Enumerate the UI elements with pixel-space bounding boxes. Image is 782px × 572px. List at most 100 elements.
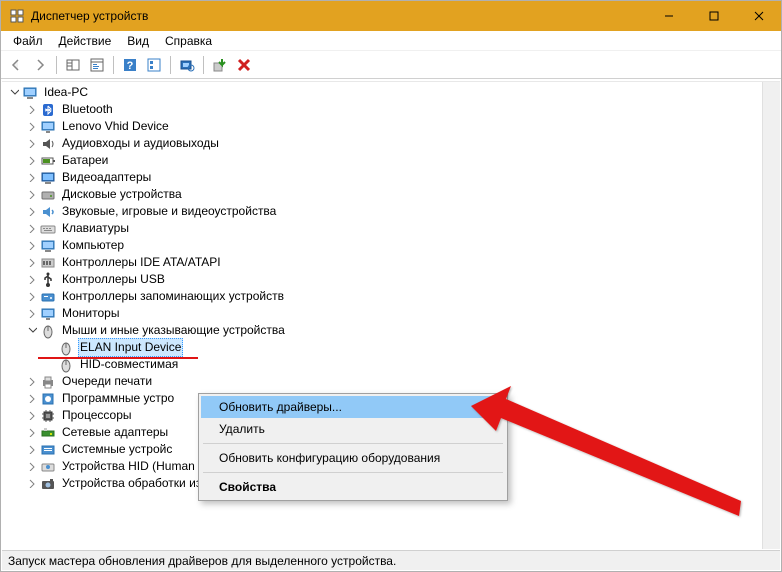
tree-node[interactable]: Мыши и иные указывающие устройства [26, 322, 780, 339]
root-node[interactable]: Idea-PC [8, 84, 780, 101]
tree-node-label: Контроллеры USB [60, 271, 167, 288]
cm-refresh-config[interactable]: Обновить конфигурацию оборудования [201, 447, 505, 469]
separator [203, 443, 503, 444]
tree-node[interactable]: Lenovo Vhid Device [26, 118, 780, 135]
expand-icon[interactable] [26, 222, 39, 235]
sound-icon [40, 204, 56, 220]
tree-node[interactable]: Мониторы [26, 305, 780, 322]
tree-node[interactable]: Звуковые, игровые и видеоустройства [26, 203, 780, 220]
tree-node-label: Очереди печати [60, 373, 154, 390]
tree-node[interactable]: Контроллеры запоминающих устройств [26, 288, 780, 305]
menu-action[interactable]: Действие [51, 32, 120, 50]
printer-icon [40, 374, 56, 390]
separator [203, 472, 503, 473]
properties-button[interactable] [86, 54, 108, 76]
tree-node[interactable]: Контроллеры IDE ATA/ATAPI [26, 254, 780, 271]
tree-node-label: Сетевые адаптеры [60, 424, 170, 441]
minimize-button[interactable] [646, 1, 691, 31]
menubar: Файл Действие Вид Справка [1, 31, 781, 51]
forward-button[interactable] [29, 54, 51, 76]
tree-node-label: ELAN Input Device [78, 338, 183, 357]
mouse-icon [40, 323, 56, 339]
tree-node-label: Программные устро [60, 390, 176, 407]
monitor-icon [40, 306, 56, 322]
options-button[interactable] [143, 54, 165, 76]
expand-icon[interactable] [26, 154, 39, 167]
back-button[interactable] [5, 54, 27, 76]
expand-icon[interactable] [26, 188, 39, 201]
window-title: Диспетчер устройств [31, 9, 646, 23]
storage-icon [40, 289, 56, 305]
tree-node-label: Bluetooth [60, 101, 115, 118]
update-driver-button[interactable] [209, 54, 231, 76]
show-hide-tree-button[interactable] [62, 54, 84, 76]
tree-node-label: Lenovo Vhid Device [60, 118, 171, 135]
expand-icon[interactable] [26, 137, 39, 150]
expand-icon[interactable] [26, 239, 39, 252]
tree-node-label: Мыши и иные указывающие устройства [60, 322, 287, 339]
tree-node-label: Клавиатуры [60, 220, 131, 237]
expand-icon[interactable] [26, 205, 39, 218]
tree-node[interactable]: Компьютер [26, 237, 780, 254]
expand-icon[interactable] [26, 426, 39, 439]
expand-icon[interactable] [26, 103, 39, 116]
expand-icon[interactable] [26, 290, 39, 303]
status-text: Запуск мастера обновления драйверов для … [8, 554, 396, 568]
titlebar: Диспетчер устройств [1, 1, 781, 31]
tree-node[interactable]: Контроллеры USB [26, 271, 780, 288]
root-label: Idea-PC [42, 84, 90, 101]
uninstall-button[interactable] [233, 54, 255, 76]
collapse-icon[interactable] [26, 324, 39, 337]
expand-icon[interactable] [26, 120, 39, 133]
expand-icon[interactable] [26, 443, 39, 456]
scan-hardware-button[interactable] [176, 54, 198, 76]
annotation-underline [38, 357, 198, 359]
cm-delete[interactable]: Удалить [201, 418, 505, 440]
menu-view[interactable]: Вид [119, 32, 157, 50]
battery-icon [40, 153, 56, 169]
tree-node-label: Звуковые, игровые и видеоустройства [60, 203, 278, 220]
app-icon [9, 8, 25, 24]
cm-update-drivers[interactable]: Обновить драйверы... [201, 396, 505, 418]
disk-icon [40, 187, 56, 203]
expand-icon[interactable] [26, 273, 39, 286]
tree-node[interactable]: Дисковые устройства [26, 186, 780, 203]
expand-icon[interactable] [26, 392, 39, 405]
cm-properties[interactable]: Свойства [201, 476, 505, 498]
menu-file[interactable]: Файл [5, 32, 51, 50]
tree-node[interactable]: Видеоадаптеры [26, 169, 780, 186]
usb-icon [40, 272, 56, 288]
close-button[interactable] [736, 1, 781, 31]
tree-node[interactable]: Bluetooth [26, 101, 780, 118]
system-icon [40, 442, 56, 458]
tree-node-label: Дисковые устройства [60, 186, 184, 203]
menu-help[interactable]: Справка [157, 32, 220, 50]
expand-icon[interactable] [26, 307, 39, 320]
hid-icon [40, 459, 56, 475]
expand-icon[interactable] [26, 256, 39, 269]
tree-node[interactable]: Аудиовходы и аудиовыходы [26, 135, 780, 152]
tree-node[interactable]: Очереди печати [26, 373, 780, 390]
expand-icon[interactable] [26, 477, 39, 490]
expand-icon[interactable] [26, 409, 39, 422]
computer-icon [22, 85, 38, 101]
keyboard-icon [40, 221, 56, 237]
tree-node-label: Батареи [60, 152, 110, 169]
tree-node-label: Процессоры [60, 407, 134, 424]
tree-node[interactable]: Клавиатуры [26, 220, 780, 237]
collapse-icon[interactable] [8, 86, 21, 99]
tree-node[interactable]: ELAN Input Device [44, 339, 780, 356]
tree-node[interactable]: Батареи [26, 152, 780, 169]
mouse-icon [58, 340, 74, 356]
expand-icon[interactable] [26, 171, 39, 184]
audio-icon [40, 136, 56, 152]
help-button[interactable]: ? [119, 54, 141, 76]
expand-icon[interactable] [26, 375, 39, 388]
tree-node-label: Компьютер [60, 237, 126, 254]
tree-node-label: Видеоадаптеры [60, 169, 153, 186]
tree-node-label: Контроллеры IDE ATA/ATAPI [60, 254, 223, 271]
display-icon [40, 170, 56, 186]
toolbar: ? [1, 51, 781, 79]
expand-icon[interactable] [26, 460, 39, 473]
maximize-button[interactable] [691, 1, 736, 31]
